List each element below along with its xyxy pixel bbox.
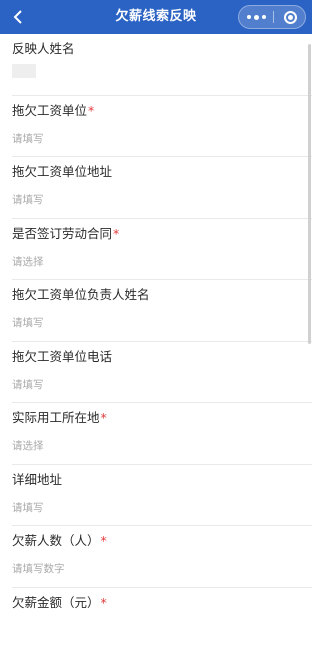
field-label: 反映人姓名	[12, 38, 75, 57]
field-unpaid-count[interactable]: 欠薪人数（人）* 请填写数字	[12, 526, 312, 588]
required-mark: *	[113, 226, 119, 241]
navigation-bar: 欠薪线索反映	[0, 0, 312, 34]
work-location-select[interactable]: 请选择	[12, 438, 44, 453]
close-miniprogram-button[interactable]	[274, 6, 306, 28]
labor-contract-select[interactable]: 请选择	[12, 254, 44, 269]
target-icon	[284, 11, 297, 24]
field-employer[interactable]: 拖欠工资单位* 请填写	[12, 96, 312, 158]
complaint-form: 反映人姓名 拖欠工资单位* 请填写 拖欠工资单位地址 请填写 是否签订劳动合同*…	[0, 34, 312, 649]
employer-phone-input[interactable]: 请填写	[12, 377, 44, 392]
field-detailed-address[interactable]: 详细地址 请填写	[12, 465, 312, 527]
field-label: 拖欠工资单位地址	[12, 161, 112, 180]
required-mark: *	[101, 410, 107, 425]
field-employer-address[interactable]: 拖欠工资单位地址 请填写	[12, 157, 312, 219]
required-mark: *	[101, 533, 107, 548]
required-mark: *	[101, 595, 107, 610]
miniprogram-capsule	[238, 5, 306, 29]
field-label: 详细地址	[12, 469, 62, 488]
field-label: 实际用工所在地*	[12, 407, 107, 426]
field-label: 欠薪人数（人）*	[12, 530, 107, 549]
field-work-location[interactable]: 实际用工所在地* 请选择	[12, 403, 312, 465]
field-employer-manager[interactable]: 拖欠工资单位负责人姓名 请填写	[12, 280, 312, 342]
more-dot-icon	[247, 15, 251, 19]
employer-manager-input[interactable]: 请填写	[12, 315, 44, 330]
employer-address-input[interactable]: 请填写	[12, 192, 44, 207]
more-dot-icon	[262, 15, 266, 19]
field-employer-phone[interactable]: 拖欠工资单位电话 请填写	[12, 342, 312, 404]
unpaid-count-input[interactable]: 请填写数字	[12, 561, 65, 576]
field-labor-contract[interactable]: 是否签订劳动合同* 请选择	[12, 219, 312, 281]
field-label: 拖欠工资单位负责人姓名	[12, 284, 150, 303]
redacted-name-value	[12, 64, 36, 78]
field-unpaid-amount[interactable]: 欠薪金额（元）*	[12, 588, 312, 649]
employer-input[interactable]: 请填写	[12, 131, 44, 146]
detailed-address-input[interactable]: 请填写	[12, 500, 44, 515]
field-reporter-name[interactable]: 反映人姓名	[12, 34, 312, 96]
required-mark: *	[88, 103, 94, 118]
field-label: 拖欠工资单位*	[12, 100, 94, 119]
more-dot-icon	[254, 15, 259, 20]
scrollbar[interactable]	[308, 44, 311, 344]
more-button[interactable]	[239, 6, 273, 28]
field-label: 拖欠工资单位电话	[12, 346, 112, 365]
field-label: 欠薪金额（元）*	[12, 592, 107, 611]
field-label: 是否签订劳动合同*	[12, 223, 119, 242]
